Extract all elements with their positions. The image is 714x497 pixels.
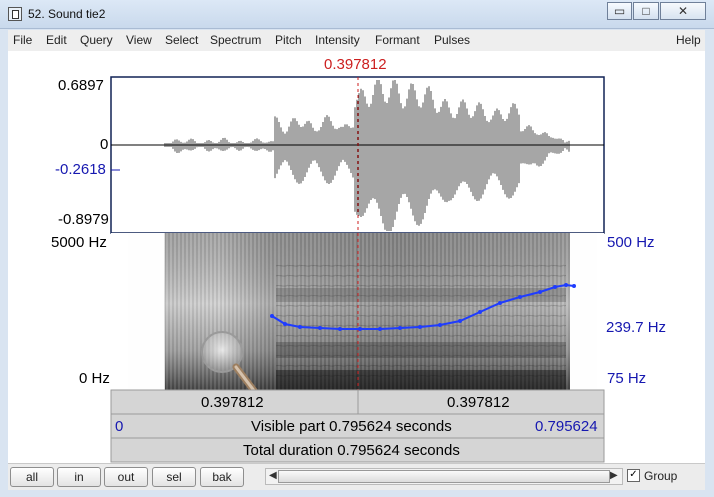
waveform-max-label: 0.6897 bbox=[58, 77, 104, 94]
in-button[interactable]: in bbox=[57, 467, 101, 487]
spectrogram-top-label: 5000 Hz bbox=[51, 234, 107, 251]
left-arrow-icon[interactable]: ◀ bbox=[269, 470, 277, 481]
right-segment-time[interactable]: 0.397812 bbox=[447, 394, 510, 411]
sel-button[interactable]: sel bbox=[152, 467, 196, 487]
checkmark-icon: ✓ bbox=[629, 469, 638, 480]
all-button[interactable]: all bbox=[10, 467, 54, 487]
spectrogram-bottom-label: 0 Hz bbox=[79, 370, 110, 387]
pitch-bottom-label: 75 Hz bbox=[607, 370, 647, 387]
pitch-top-label: 500 Hz bbox=[607, 234, 655, 251]
bak-button[interactable]: bak bbox=[200, 467, 244, 487]
group-label: Group bbox=[644, 469, 678, 483]
scrollbar-thumb[interactable] bbox=[278, 470, 610, 483]
waveform-zero-label: 0 bbox=[100, 136, 109, 153]
group-checkbox[interactable]: ✓ bbox=[627, 469, 640, 482]
bottom-toolbar: all in out sel bak ◀ ▶ ✓ Group bbox=[8, 463, 705, 490]
visible-start-time: 0 bbox=[115, 418, 124, 435]
pitch-mid-label: 239.7 Hz bbox=[606, 319, 667, 336]
total-duration-label[interactable]: Total duration 0.795624 seconds bbox=[243, 442, 460, 459]
out-button[interactable]: out bbox=[104, 467, 148, 487]
waveform-min-label: -0.8979 bbox=[58, 211, 109, 228]
waveform-marker-label: -0.2618 bbox=[55, 161, 106, 178]
visible-part-label[interactable]: Visible part 0.795624 seconds bbox=[251, 418, 452, 435]
horizontal-scrollbar[interactable]: ◀ ▶ bbox=[265, 468, 623, 485]
left-segment-time[interactable]: 0.397812 bbox=[201, 394, 264, 411]
cursor-time-label: 0.397812 bbox=[324, 56, 387, 73]
visible-end-time: 0.795624 bbox=[535, 418, 598, 435]
right-arrow-icon[interactable]: ▶ bbox=[610, 470, 618, 481]
